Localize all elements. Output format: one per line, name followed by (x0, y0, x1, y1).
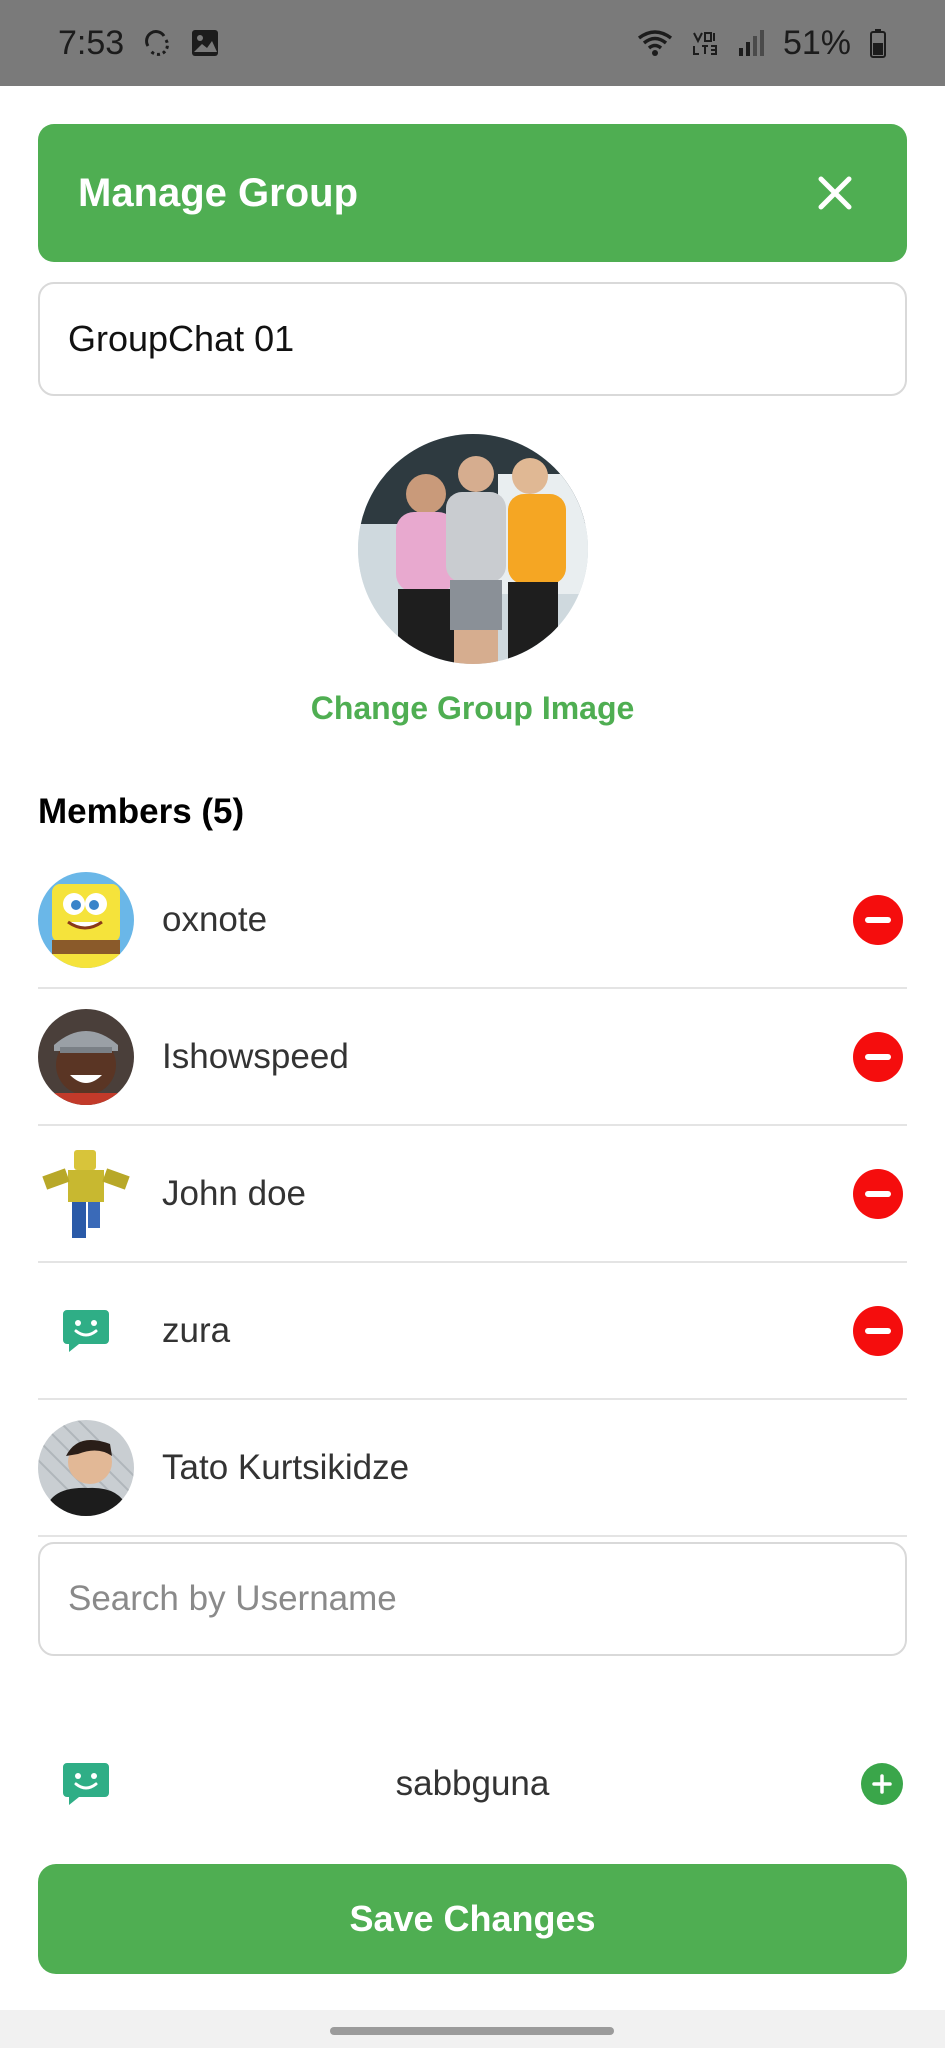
member-row: Tato Kurtsikidze (38, 1400, 907, 1537)
minus-icon (865, 1190, 891, 1197)
member-row: John doe (38, 1126, 907, 1263)
signal-icon (737, 28, 765, 58)
battery-percent: 51% (782, 23, 851, 62)
header: Manage Group (38, 124, 907, 262)
group-image (358, 434, 588, 664)
group-name-input[interactable] (38, 282, 907, 396)
page-title: Manage Group (78, 170, 359, 215)
status-right: 51% (637, 24, 887, 63)
remove-member-button[interactable] (853, 894, 903, 945)
member-name: John doe (162, 1173, 307, 1213)
change-group-image-link[interactable]: Change Group Image (0, 690, 945, 727)
status-bar: 7:53 51% (0, 0, 945, 86)
add-member-button[interactable] (861, 1763, 903, 1805)
member-name: Tato Kurtsikidze (162, 1447, 410, 1487)
member-row: oxnote (38, 852, 907, 989)
member-name: oxnote (162, 899, 268, 939)
members-list: oxnote Ishowspeed John doe zura Tato Kur… (38, 852, 907, 1537)
manage-group-screen: Manage Group Change Group Image Members … (0, 86, 945, 2010)
image-icon (190, 28, 220, 58)
minus-icon (865, 916, 891, 923)
save-changes-button[interactable]: Save Changes (38, 1864, 907, 1974)
navigation-bar (0, 2010, 945, 2048)
avatar (38, 1145, 134, 1242)
remove-member-button[interactable] (853, 1031, 903, 1082)
chat-smile-icon (63, 1309, 109, 1352)
member-row: Ishowspeed (38, 989, 907, 1126)
minus-icon (865, 1327, 891, 1334)
member-name: Ishowspeed (162, 1036, 349, 1076)
plus-icon (872, 1774, 892, 1794)
avatar (38, 871, 134, 968)
wifi-icon (637, 28, 673, 58)
avatar (38, 1419, 134, 1516)
search-result-row: sabbguna (38, 1736, 907, 1832)
minus-icon (865, 1053, 891, 1060)
search-username-input[interactable] (38, 1542, 907, 1656)
member-row: zura (38, 1263, 907, 1400)
status-left: 7:53 (58, 24, 220, 63)
close-icon (818, 176, 852, 210)
members-heading: Members (5) (38, 792, 245, 831)
sync-icon (142, 28, 172, 58)
volte-icon (691, 28, 719, 58)
avatar (38, 1283, 134, 1379)
battery-icon (869, 28, 887, 58)
member-name: zura (162, 1310, 231, 1350)
close-button[interactable] (807, 165, 863, 221)
remove-member-button[interactable] (853, 1168, 903, 1219)
avatar (38, 1008, 134, 1105)
home-indicator[interactable] (330, 2027, 614, 2035)
status-time: 7:53 (58, 23, 125, 62)
search-result-name: sabbguna (395, 1764, 550, 1803)
remove-member-button[interactable] (853, 1305, 903, 1356)
